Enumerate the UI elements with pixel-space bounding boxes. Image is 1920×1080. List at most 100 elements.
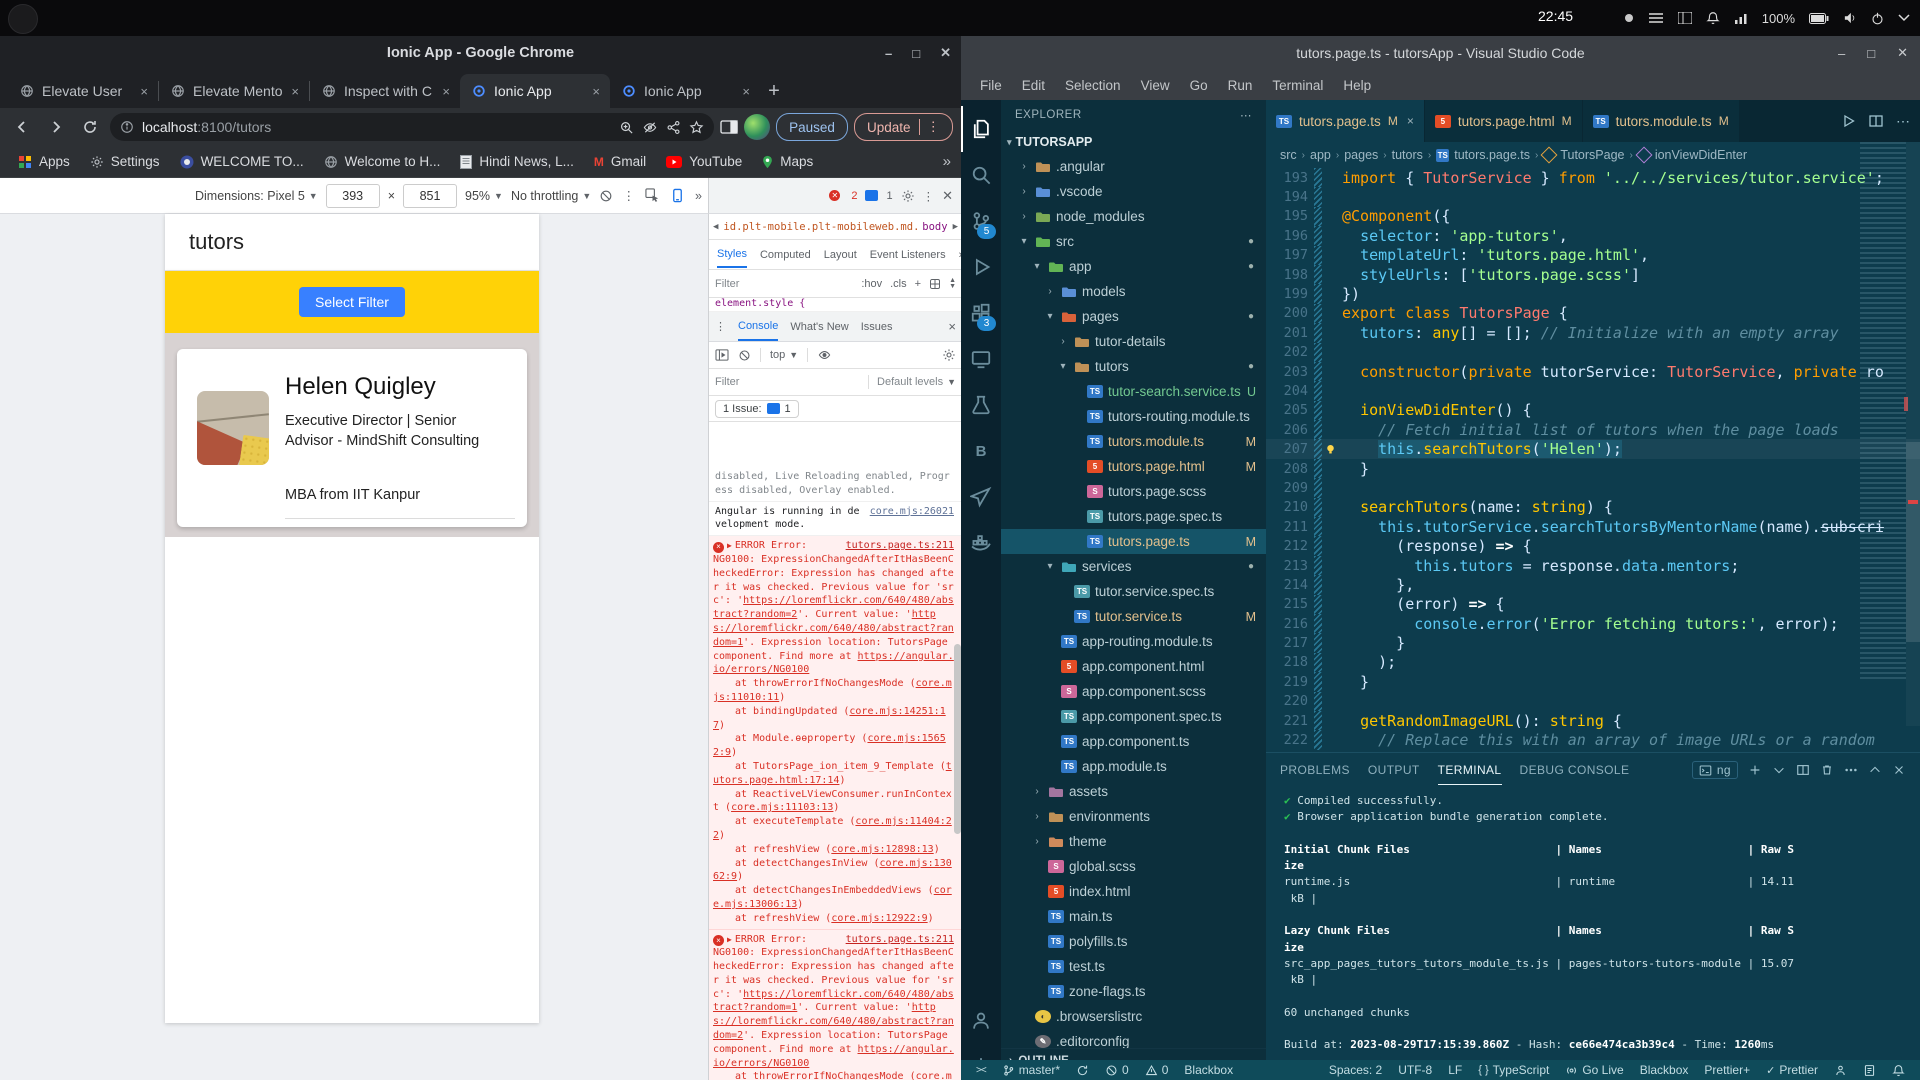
menu-selection[interactable]: Selection — [1056, 74, 1130, 97]
code-line[interactable]: 193 import { TutorService } from '../../s… — [1266, 168, 1920, 188]
tab-close-icon[interactable]: × — [742, 84, 750, 99]
status-item-go-live[interactable]: Go Live — [1558, 1063, 1630, 1077]
side-panel-icon[interactable] — [720, 119, 738, 135]
maximize-button[interactable]: □ — [912, 46, 920, 61]
forward-button[interactable] — [42, 113, 70, 141]
inspect-icon[interactable] — [645, 188, 660, 203]
console-filter-input[interactable]: Filter — [715, 376, 739, 388]
console-context-select[interactable]: top ▼ — [770, 349, 798, 361]
devtools-menu-icon[interactable]: ⋮ — [923, 189, 935, 203]
tab-close-icon[interactable]: × — [592, 84, 600, 99]
system-tray[interactable]: 100% — [1624, 0, 1910, 36]
device-toggle-icon[interactable] — [670, 188, 685, 203]
panel-tab-problems[interactable]: PROBLEMS — [1280, 763, 1350, 777]
run-debug-icon[interactable] — [961, 244, 1001, 290]
console-error-message[interactable]: tutors.page.ts:211 × ▶ ERROR Error: NG0100: … — [709, 536, 962, 930]
source-control-icon[interactable]: 5 — [961, 198, 1001, 244]
status-item[interactable] — [1069, 1064, 1096, 1077]
bookmark-star-icon[interactable] — [689, 120, 704, 135]
tutor-card[interactable]: Helen Quigley Executive Director | Senio… — [177, 349, 527, 527]
tree-file[interactable]: 5 index.html — [1001, 879, 1266, 904]
tree-folder[interactable]: ▾ services ● — [1001, 554, 1266, 579]
expand-icon[interactable]: ▶ — [727, 541, 732, 550]
tab-close-icon[interactable]: × — [1407, 114, 1414, 128]
tree-file[interactable]: TS zone-flags.ts — [1001, 979, 1266, 1004]
console-tab-what-s-new[interactable]: What's New — [790, 314, 848, 340]
status-item[interactable]: >< — [969, 1065, 993, 1076]
code-line[interactable]: 205 ionViewDidEnter() { — [1266, 400, 1920, 421]
breadcrumb-item[interactable]: src — [1280, 148, 1297, 162]
tree-file[interactable]: 5 app.component.html — [1001, 654, 1266, 679]
update-button[interactable]: Update ⋮ — [853, 113, 953, 141]
code-line[interactable]: 198 styleUrls: ['tutors.page.scss'] — [1266, 264, 1920, 285]
menu-terminal[interactable]: Terminal — [1263, 74, 1332, 97]
tree-file[interactable]: TS tutors.page.spec.ts — [1001, 504, 1266, 529]
tab-close-icon[interactable]: × — [140, 84, 148, 99]
status-item-blackbox[interactable]: Blackbox — [1633, 1063, 1696, 1077]
more-menu-icon[interactable]: ⋮ — [918, 119, 940, 135]
browser-tab[interactable]: Inspect with C × — [310, 74, 460, 108]
status-item-spaces-2[interactable]: Spaces: 2 — [1322, 1063, 1389, 1077]
styles-filter-input[interactable]: Filter — [715, 278, 853, 290]
code-line[interactable]: 194 — [1266, 187, 1920, 207]
console-tab-issues[interactable]: Issues — [861, 314, 893, 340]
tree-file[interactable]: TS app.component.ts — [1001, 729, 1266, 754]
device-width-input[interactable]: 393 — [325, 183, 380, 208]
tree-folder[interactable]: › theme — [1001, 829, 1266, 854]
expand-icon[interactable]: ▶ — [727, 935, 732, 944]
styles-tab-event-listeners[interactable]: Event Listeners — [870, 243, 946, 267]
minimize-button[interactable]: – — [1838, 46, 1845, 61]
status-item[interactable] — [1856, 1064, 1883, 1077]
back-button[interactable] — [8, 113, 36, 141]
eye-off-icon[interactable] — [642, 120, 658, 135]
testing-icon[interactable] — [961, 382, 1001, 428]
breadcrumb-item[interactable]: pages — [1344, 148, 1378, 162]
code-line[interactable]: 195 @Component({ — [1266, 206, 1920, 227]
console-source-link[interactable]: core.mjs:26021 — [870, 505, 954, 519]
code-line[interactable]: 206 // Fetch initial list of tutors when… — [1266, 420, 1920, 440]
bookmark-item[interactable]: Maps — [754, 151, 821, 172]
status-item-blackbox[interactable]: Blackbox — [1177, 1063, 1240, 1077]
split-editor-icon[interactable] — [1868, 113, 1884, 129]
browser-tab[interactable]: Ionic App × — [460, 74, 610, 108]
chevron-down-icon[interactable] — [1898, 14, 1910, 22]
issues-icon[interactable] — [865, 190, 879, 201]
bookmark-item[interactable]: Hindi News, L... — [452, 151, 582, 172]
tree-file[interactable]: TS app.component.spec.ts — [1001, 704, 1266, 729]
tab-close-icon[interactable]: × — [291, 84, 299, 99]
select-filter-button[interactable]: Select Filter — [299, 287, 405, 317]
devtools-close-icon[interactable]: ✕ — [942, 188, 953, 204]
menu-view[interactable]: View — [1132, 74, 1179, 97]
tree-file[interactable]: TS tutors-routing.module.ts — [1001, 404, 1266, 429]
tree-folder[interactable]: › tutor-details — [1001, 329, 1266, 354]
panel-tab-output[interactable]: OUTPUT — [1368, 763, 1420, 777]
code-line[interactable]: 212 (response) => { — [1266, 536, 1920, 556]
stack-text[interactable]: core.mjs:12898:13 — [831, 844, 933, 855]
search-icon[interactable] — [961, 152, 1001, 198]
extensions-icon[interactable]: 3 — [961, 290, 1001, 336]
code-line[interactable]: 216 console.error('Error fetching tutors… — [1266, 613, 1920, 634]
device-toolbar-options-icon[interactable]: ⋮ — [623, 188, 636, 203]
rendering-icon[interactable] — [929, 278, 941, 290]
styles-tab-computed[interactable]: Computed — [760, 243, 811, 267]
breadcrumb-selector[interactable]: id.plt-mobile.plt-mobileweb.md.hydrated — [723, 221, 917, 233]
code-line[interactable]: 221 getRandomImageURL(): string { — [1266, 710, 1920, 731]
status-item[interactable] — [1827, 1064, 1854, 1077]
editor-tab[interactable]: TS tutors.page.ts M × — [1266, 100, 1425, 142]
tree-file[interactable]: Sglobal.scss — [1001, 854, 1266, 879]
minimize-button[interactable]: – — [885, 46, 892, 61]
console-settings-icon[interactable] — [942, 348, 956, 362]
status-item-master-[interactable]: master* — [995, 1063, 1067, 1077]
breadcrumb-item[interactable]: app — [1310, 148, 1331, 162]
status-item-0[interactable]: 0 — [1138, 1063, 1176, 1077]
panel-tab-terminal[interactable]: TERMINAL — [1437, 763, 1502, 785]
menu-icon[interactable] — [1648, 12, 1664, 24]
reload-button[interactable] — [76, 113, 104, 141]
tree-file[interactable]: TS tutor.service.spec.ts — [1001, 579, 1266, 604]
console-scrollbar[interactable] — [954, 644, 961, 834]
bookmark-item[interactable]: YouTube — [658, 151, 750, 172]
console-log-message[interactable]: disabled, Live Reloading enabled, Progre… — [709, 467, 962, 502]
close-button[interactable]: ✕ — [940, 45, 951, 61]
tree-file[interactable]: TS tutor.service.ts M — [1001, 604, 1266, 629]
code-line[interactable]: 214 }, — [1266, 575, 1920, 595]
